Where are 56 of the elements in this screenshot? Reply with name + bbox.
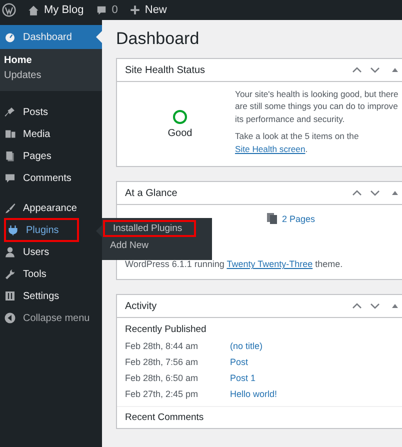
health-ring-icon: [173, 110, 187, 124]
post-link[interactable]: Post 1: [230, 373, 256, 384]
media-icon: [4, 128, 16, 140]
post-link[interactable]: Hello world!: [230, 389, 278, 400]
wrench-icon: [4, 268, 16, 280]
post-link[interactable]: Post: [230, 357, 248, 368]
version-text: WordPress 6.1.1 running Twenty Twenty-Three theme.: [125, 259, 343, 270]
flyout-menu-item[interactable]: Installed Plugins: [103, 220, 196, 237]
sidebar-menu-item[interactable]: Appearance: [0, 197, 102, 219]
comment-icon: [4, 172, 16, 184]
site-health-link[interactable]: Site Health screen: [235, 144, 306, 154]
post-link[interactable]: (no title): [230, 341, 263, 352]
sidebar-menu-item[interactable]: Pages: [0, 145, 102, 167]
sliders-icon: [4, 290, 16, 302]
new-content-link[interactable]: New: [130, 4, 167, 16]
user-icon: [4, 246, 16, 258]
plug-icon: [7, 224, 19, 236]
flyout-menu-item[interactable]: Add New: [102, 237, 212, 254]
collapse-menu-button[interactable]: Collapse menu: [0, 307, 102, 329]
section-heading: Recent Comments: [117, 406, 402, 428]
sidebar-menu-item[interactable]: Tools: [0, 263, 102, 285]
pages-icon: [4, 150, 16, 162]
card-title: Site Health Status: [125, 64, 206, 76]
card-title: Activity: [125, 300, 158, 312]
post-date: Feb 28th, 7:56 am: [125, 357, 200, 368]
submenu-item[interactable]: Updates: [0, 68, 102, 83]
post-date: Feb 28th, 6:50 am: [125, 373, 200, 384]
card-title: At a Glance: [125, 188, 178, 199]
gauge-icon: [4, 31, 16, 43]
theme-link[interactable]: Twenty Twenty-Three: [226, 259, 313, 270]
health-message: Your site's health is looking good, but there are still some things you can do to improve its performance and security.: [235, 88, 400, 126]
health-status: Good: [168, 128, 192, 139]
sidebar-menu-item[interactable]: Media: [0, 123, 102, 145]
site-name-link[interactable]: My Blog: [28, 4, 84, 16]
pages-link[interactable]: 2 Pages: [282, 214, 316, 224]
submenu-item[interactable]: Home: [0, 53, 102, 68]
wordpress-logo-icon[interactable]: [2, 3, 16, 17]
sidebar-menu-item[interactable]: Comments: [0, 167, 102, 189]
comment-icon: [96, 4, 107, 16]
health-hint: Take a look at the 5 items on the Site Health screen.: [235, 130, 360, 156]
sidebar-menu-item[interactable]: Settings: [0, 285, 102, 307]
sidebar-menu-item[interactable]: Dashboard: [0, 25, 102, 49]
sidebar-menu-item[interactable]: Plugins: [5, 219, 78, 241]
sidebar-menu-item[interactable]: Users: [0, 241, 102, 263]
post-date: Feb 28th, 8:44 am: [125, 341, 200, 352]
plus-icon: [130, 5, 140, 15]
pin-icon: [4, 106, 16, 118]
brush-icon: [4, 202, 16, 214]
sidebar-menu-item[interactable]: Posts: [0, 101, 102, 123]
page-title: Dashboard: [116, 29, 200, 49]
section-heading: Recently Published: [124, 323, 208, 338]
home-icon: [28, 4, 39, 16]
collapse-icon: [4, 312, 16, 324]
pages-icon: [267, 213, 277, 224]
comments-link[interactable]: 0: [96, 4, 118, 16]
post-date: Feb 27th, 2:45 pm: [125, 389, 200, 400]
